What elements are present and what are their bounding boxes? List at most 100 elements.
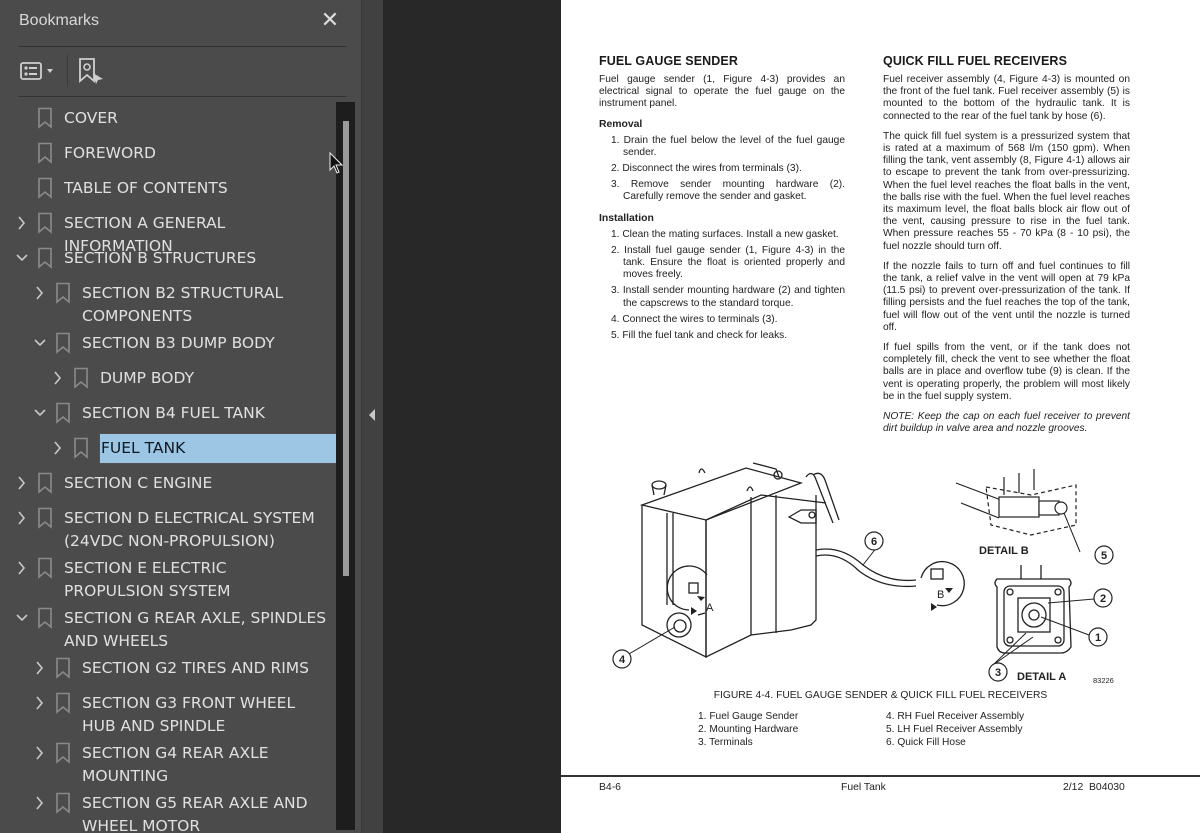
bookmark-label[interactable]: SECTION G4 REAR AXLE MOUNTING (82, 742, 330, 787)
bookmark-icon (56, 282, 70, 304)
bookmark-item[interactable]: COVER (0, 107, 336, 130)
chevron-right-icon[interactable] (33, 285, 47, 301)
bookmark-label[interactable]: SECTION G5 REAR AXLE AND WHEEL MOTOR (82, 792, 330, 833)
new-bookmark-icon (79, 58, 103, 84)
bookmark-icon (56, 402, 70, 424)
close-icon[interactable]: ✕ (318, 9, 342, 33)
collapse-panel-icon[interactable] (367, 408, 377, 422)
bookmark-label[interactable]: SECTION E ELECTRIC PROPULSION SYSTEM (64, 557, 330, 602)
legend-item: 4. RH Fuel Receiver Assembly (886, 711, 1025, 722)
chevron-right-icon[interactable] (51, 440, 65, 456)
chevron-right-icon[interactable] (51, 370, 65, 386)
chevron-right-icon[interactable] (33, 795, 47, 811)
bookmark-item[interactable]: SECTION D ELECTRICAL SYSTEM (24VDC NON-P… (0, 507, 336, 552)
chevron-down-icon[interactable] (15, 610, 29, 626)
detail-a-drawing (994, 565, 1072, 654)
bookmark-label[interactable]: SECTION G REAR AXLE, SPINDLES AND WHEELS (64, 607, 330, 652)
bookmark-item[interactable]: SECTION E ELECTRIC PROPULSION SYSTEM (0, 557, 336, 602)
bookmark-label[interactable]: SECTION C ENGINE (64, 472, 330, 495)
step: 2. Disconnect the wires from terminals (… (611, 163, 802, 175)
bookmark-icon (74, 367, 88, 389)
bookmarks-header: Bookmarks ✕ (0, 0, 362, 46)
bookmark-label[interactable]: COVER (64, 107, 330, 130)
bookmark-label[interactable]: SECTION B3 DUMP BODY (82, 332, 330, 355)
bookmark-label-selected[interactable]: FUEL TANK (99, 433, 336, 464)
left-column: FUEL GAUGE SENDER Fuel gauge sender (1, … (599, 54, 845, 351)
bookmark-item[interactable]: SECTION G3 FRONT WHEEL HUB AND SPINDLE (0, 692, 336, 737)
view-label-b: B (937, 589, 944, 601)
fuel-tank-drawing (639, 462, 965, 659)
bookmark-icon (38, 107, 52, 129)
panel-splitter[interactable] (362, 0, 383, 833)
chevron-down-icon[interactable] (33, 335, 47, 351)
bookmark-item[interactable]: SECTION C ENGINE (0, 472, 336, 495)
footer-section: Fuel Tank (841, 782, 886, 793)
bookmark-label[interactable]: FOREWORD (64, 142, 330, 165)
bookmark-item[interactable]: SECTION A GENERAL INFORMATION (0, 212, 336, 255)
detail-b-label: DETAIL B (979, 545, 1029, 557)
bookmark-icon (38, 557, 52, 579)
bookmark-item[interactable]: SECTION G4 REAR AXLE MOUNTING (0, 742, 336, 787)
chevron-right-icon[interactable] (33, 745, 47, 761)
options-menu-button[interactable] (18, 56, 60, 86)
bookmark-label[interactable]: DUMP BODY (100, 367, 330, 390)
svg-text:3: 3 (995, 667, 1001, 679)
bookmark-item[interactable]: SECTION B STRUCTURES (0, 247, 336, 270)
bookmark-tree: COVER FOREWORD TABLE OF CONTENTS SECTION A … (0, 100, 336, 833)
legend-item: 6. Quick Fill Hose (886, 736, 966, 748)
subheading-installation: Installation (599, 212, 654, 224)
bookmark-icon (74, 437, 88, 459)
bookmark-item[interactable]: SECTION B3 DUMP BODY (0, 332, 336, 355)
new-bookmark-button[interactable] (77, 56, 105, 86)
scrollbar-thumb[interactable] (343, 121, 349, 576)
bookmark-label[interactable]: SECTION G2 TIRES AND RIMS (82, 657, 330, 680)
bookmark-icon (56, 742, 70, 764)
bookmark-label[interactable]: SECTION G3 FRONT WHEEL HUB AND SPINDLE (82, 692, 330, 737)
divider (19, 96, 347, 97)
paragraph: Fuel receiver assembly (4, Figure 4-3) i… (883, 74, 1130, 122)
bookmark-item[interactable]: SECTION G5 REAR AXLE AND WHEEL MOTOR (0, 792, 336, 833)
bookmark-icon (38, 212, 52, 234)
bookmark-item[interactable]: DUMP BODY (0, 367, 336, 390)
subheading-removal: Removal (599, 118, 643, 130)
bookmark-item[interactable]: SECTION G REAR AXLE, SPINDLES AND WHEELS (0, 607, 336, 652)
bookmark-label[interactable]: SECTION B2 STRUCTURAL COMPONENTS (82, 282, 330, 327)
chevron-down-icon[interactable] (33, 405, 47, 421)
svg-text:4: 4 (619, 654, 626, 666)
legend-item: 3. Terminals (698, 736, 753, 748)
legend-item: 2. Mounting Hardware (698, 723, 799, 735)
chevron-right-icon[interactable] (15, 560, 29, 576)
chevron-right-icon[interactable] (33, 695, 47, 711)
bookmark-label[interactable]: TABLE OF CONTENTS (64, 177, 330, 200)
step: 3. Remove sender mounting hardware (2). … (611, 179, 845, 203)
chevron-right-icon[interactable] (15, 215, 29, 231)
bookmark-item[interactable]: SECTION G2 TIRES AND RIMS (0, 657, 336, 680)
bookmark-icon (56, 657, 70, 679)
bookmark-label[interactable]: SECTION D ELECTRICAL SYSTEM (24VDC NON-P… (64, 507, 330, 552)
paragraph: The quick fill fuel system is a pressuri… (883, 130, 1130, 252)
step: 5. Fill the fuel tank and check for leak… (611, 330, 788, 342)
paragraph: If the nozzle fails to turn off and fuel… (883, 260, 1130, 333)
svg-text:1: 1 (1095, 632, 1101, 644)
callout-1: 1 (1088, 627, 1108, 647)
bookmark-item[interactable]: FOREWORD (0, 142, 336, 165)
chevron-down-icon[interactable] (15, 250, 29, 266)
removal-steps: 1. Drain the fuel below the level of the… (611, 135, 845, 204)
bookmark-label[interactable]: SECTION B STRUCTURES (64, 247, 330, 270)
bookmark-icon (56, 332, 70, 354)
chevron-right-icon[interactable] (15, 510, 29, 526)
note: NOTE: Keep the cap on each fuel receiver… (883, 411, 1130, 435)
bookmark-label[interactable]: SECTION B4 FUEL TANK (82, 402, 330, 425)
bookmark-icon (38, 142, 52, 164)
chevron-right-icon[interactable] (33, 660, 47, 676)
callout-5: 5 (1094, 545, 1114, 565)
svg-text:5: 5 (1101, 550, 1107, 562)
bookmark-item[interactable]: TABLE OF CONTENTS (0, 177, 336, 200)
figure-caption: FIGURE 4-4. FUEL GAUGE SENDER & QUICK FI… (713, 690, 1048, 701)
chevron-right-icon[interactable] (15, 475, 29, 491)
bookmark-item[interactable]: SECTION B2 STRUCTURAL COMPONENTS (0, 282, 336, 327)
bookmark-item[interactable]: FUEL TANK (0, 433, 336, 464)
bookmark-item[interactable]: SECTION B4 FUEL TANK (0, 402, 336, 425)
detail-a-label: DETAIL A (1017, 671, 1066, 683)
step: 4. Connect the wires to terminals (3). (611, 313, 778, 325)
